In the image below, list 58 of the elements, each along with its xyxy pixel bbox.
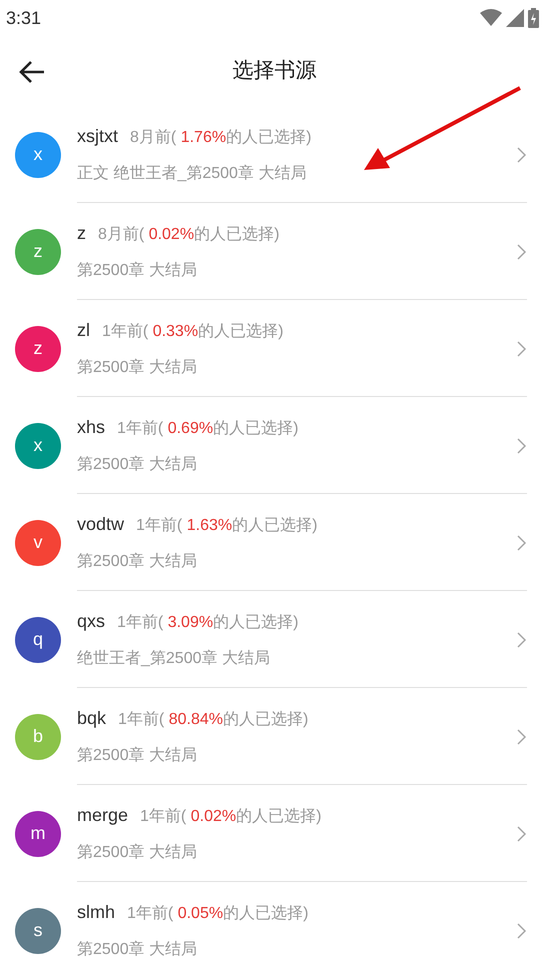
source-item[interactable]: x xhs 1年前( 0.69%的人已选择) 第2500章 大结局 <box>0 397 549 494</box>
source-avatar: s <box>15 908 61 954</box>
source-name: merge <box>77 804 128 827</box>
source-name: vodtw <box>77 513 124 536</box>
chevron-icon <box>517 728 527 744</box>
latest-chapter: 第2500章 大结局 <box>77 746 198 766</box>
source-name: z <box>77 222 86 245</box>
wifi-icon <box>480 9 502 27</box>
chevron-icon <box>517 438 527 454</box>
source-stats: 1年前( 3.09%的人已选择) <box>117 612 298 633</box>
source-item[interactable]: z z 8月前( 0.02%的人已选择) 第2500章 大结局 <box>0 203 549 300</box>
source-stats: 1年前( 0.33%的人已选择) <box>102 322 284 342</box>
latest-chapter: 第2500章 大结局 <box>77 940 198 960</box>
source-stats: 8月前( 1.76%的人已选择) <box>130 128 312 148</box>
source-item[interactable]: v vodtw 1年前( 1.63%的人已选择) 第2500章 大结局 <box>0 494 549 591</box>
chevron-icon <box>517 632 527 648</box>
source-avatar: x <box>15 422 61 468</box>
source-item[interactable]: z zl 1年前( 0.33%的人已选择) 第2500章 大结局 <box>0 300 549 397</box>
chevron-icon <box>517 146 527 162</box>
source-stats: 1年前( 0.05%的人已选择) <box>127 904 308 924</box>
signal-icon <box>506 9 524 27</box>
latest-chapter: 第2500章 大结局 <box>77 358 198 378</box>
source-stats: 1年前( 1.63%的人已选择) <box>136 516 318 536</box>
source-avatar: m <box>15 810 61 856</box>
latest-chapter: 第2500章 大结局 <box>77 842 198 863</box>
source-stats: 8月前( 0.02%的人已选择) <box>98 224 280 245</box>
source-avatar: b <box>15 714 61 760</box>
chevron-icon <box>517 534 527 550</box>
source-avatar: z <box>15 228 61 274</box>
latest-chapter: 第2500章 大结局 <box>77 454 198 475</box>
source-avatar: x <box>15 132 61 178</box>
source-avatar: v <box>15 520 61 566</box>
latest-chapter: 正文 绝世王者_第2500章 大结局 <box>77 164 308 184</box>
source-stats: 1年前( 0.69%的人已选择) <box>117 418 298 439</box>
chevron-icon <box>517 826 527 842</box>
source-item[interactable]: q qxs 1年前( 3.09%的人已选择) 绝世王者_第2500章 大结局 <box>0 591 549 688</box>
latest-chapter: 第2500章 大结局 <box>77 260 198 281</box>
source-avatar: q <box>15 616 61 662</box>
source-item[interactable]: m merge 1年前( 0.02%的人已选择) 第2500章 大结局 <box>0 785 549 882</box>
source-name: zl <box>77 319 90 342</box>
source-stats: 1年前( 0.02%的人已选择) <box>140 806 322 827</box>
latest-chapter: 第2500章 大结局 <box>77 552 198 572</box>
chevron-icon <box>517 244 527 260</box>
status-time: 3:31 <box>6 6 42 30</box>
source-name: slmh <box>77 901 116 924</box>
latest-chapter: 绝世王者_第2500章 大结局 <box>77 648 271 669</box>
battery-icon <box>528 8 539 28</box>
chevron-icon <box>517 922 527 938</box>
page-title: 选择书源 <box>232 58 316 84</box>
source-avatar: z <box>15 326 61 372</box>
source-name: qxs <box>77 610 106 633</box>
source-stats: 1年前( 80.84%的人已选择) <box>118 710 308 730</box>
source-name: xsjtxt <box>77 125 118 148</box>
source-item[interactable]: s slmh 1年前( 0.05%的人已选择) 第2500章 大结局 <box>0 882 549 976</box>
source-item[interactable]: b bqk 1年前( 80.84%的人已选择) 第2500章 大结局 <box>0 688 549 785</box>
source-name: xhs <box>77 416 106 439</box>
source-name: bqk <box>77 707 106 730</box>
chevron-icon <box>517 340 527 356</box>
